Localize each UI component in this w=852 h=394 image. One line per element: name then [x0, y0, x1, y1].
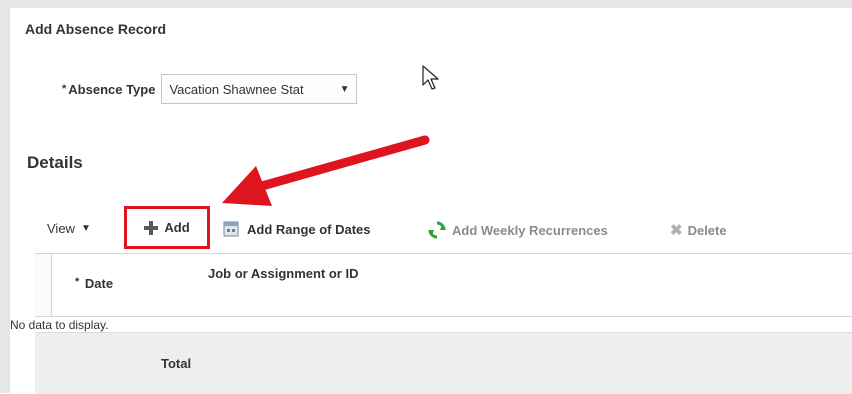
view-menu[interactable]: View ▼: [47, 221, 91, 236]
absence-type-row: * Absence Type Vacation Shawnee Stat ▼: [62, 74, 358, 104]
delete-label: Delete: [687, 222, 727, 238]
absence-type-label: Absence Type: [68, 81, 156, 97]
delete-button[interactable]: ✖ Delete: [670, 221, 727, 239]
empty-table-message: No data to display.: [10, 318, 109, 332]
total-row: Total: [35, 332, 852, 394]
refresh-icon: [428, 221, 446, 239]
absence-type-value: Vacation Shawnee Stat: [169, 81, 304, 97]
total-label: Total: [161, 356, 192, 371]
plus-icon: [144, 220, 159, 235]
absence-type-select[interactable]: Vacation Shawnee Stat ▼: [161, 74, 358, 104]
column-header-date[interactable]: * Date: [75, 276, 113, 291]
column-header-job-assignment[interactable]: Job or Assignment or ID: [208, 266, 398, 282]
delete-x-icon: ✖: [670, 222, 683, 239]
add-range-of-dates-button[interactable]: Add Range of Dates: [223, 221, 371, 237]
add-range-label: Add Range of Dates: [247, 221, 371, 237]
column-header-date-label: Date: [84, 276, 114, 291]
add-weekly-label: Add Weekly Recurrences: [452, 222, 608, 238]
row-selector-gutter: [35, 254, 52, 316]
add-button-label: Add: [164, 220, 190, 235]
chevron-down-icon: ▼: [80, 223, 91, 234]
required-indicator: *: [62, 83, 67, 95]
required-indicator: *: [75, 276, 80, 288]
window-frame-left: [0, 0, 10, 393]
calendar-icon: [223, 221, 239, 237]
view-menu-label: View: [47, 221, 75, 236]
details-toolbar: View ▼ Add Add Range of Dates Add Weekly…: [10, 206, 852, 253]
dropdown-caret-icon: ▼: [339, 84, 350, 95]
add-button[interactable]: Add: [124, 206, 210, 249]
section-title: Add Absence Record: [25, 21, 167, 37]
add-weekly-recurrences-button[interactable]: Add Weekly Recurrences: [428, 221, 608, 239]
cursor-pointer-icon: [422, 65, 439, 90]
table-header: * Date Job or Assignment or ID: [35, 253, 852, 317]
window-frame-top: [0, 0, 852, 8]
details-title: Details: [27, 153, 83, 172]
